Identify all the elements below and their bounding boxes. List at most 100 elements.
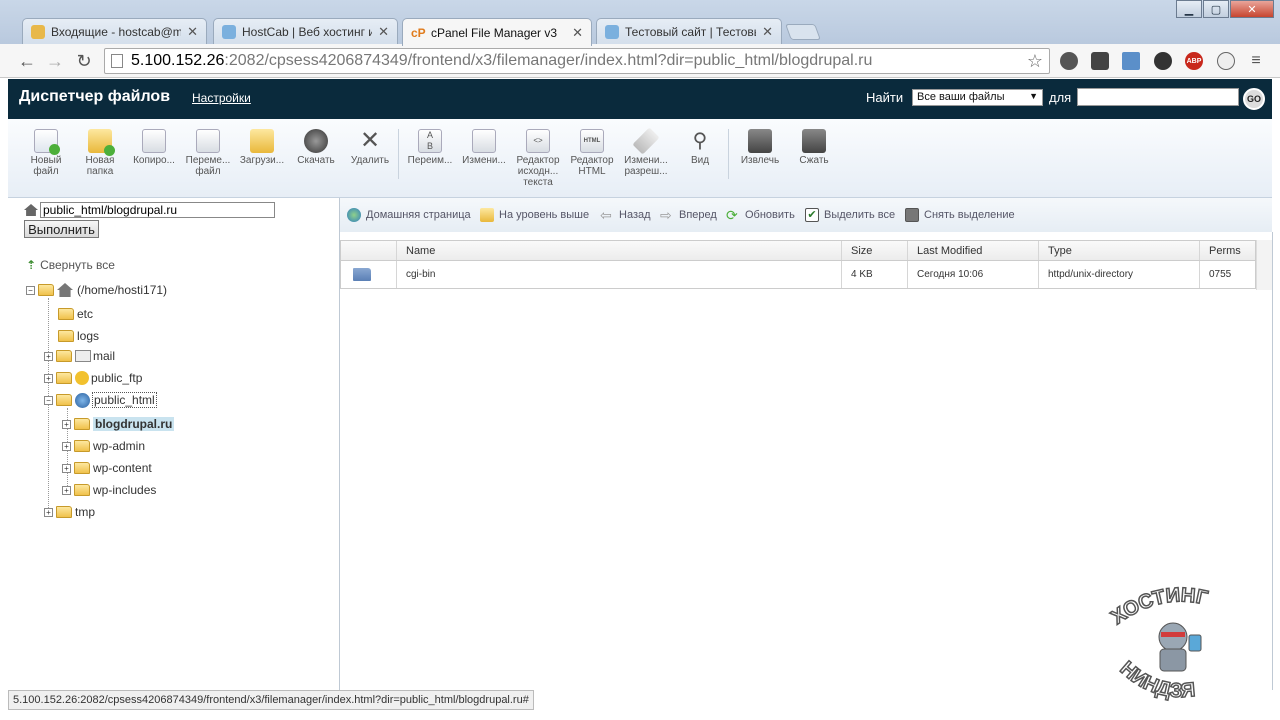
html-editor-button[interactable]: HTML Редактор HTML — [564, 129, 620, 177]
grid-header: Name Size Last Modified Type Perms — [340, 240, 1256, 261]
file-perms[interactable]: 0755 — [1209, 269, 1231, 280]
back-arrow-icon[interactable]: ← — [16, 50, 38, 72]
forward-arrow-icon[interactable]: → — [44, 50, 66, 72]
move-file-button[interactable]: Переме... файл — [180, 129, 236, 177]
tree-item-home[interactable]: − (/home/hosti171) — [26, 280, 167, 300]
settings-link[interactable]: Настройки — [192, 91, 251, 105]
github-extension-icon[interactable] — [1154, 52, 1172, 70]
panda-extension-icon[interactable] — [1217, 52, 1235, 70]
mail-favicon-icon — [31, 25, 45, 39]
menu-icon[interactable]: ≡ — [1245, 50, 1267, 72]
site-favicon-icon — [605, 25, 619, 39]
copy-icon — [142, 129, 166, 153]
ftp-icon — [75, 371, 89, 385]
reload-icon[interactable]: ↻ — [73, 50, 95, 72]
checkbox-checked-icon: ✔ — [805, 208, 819, 222]
folder-icon — [74, 462, 90, 474]
html-editor-icon: HTML — [580, 129, 604, 153]
extract-button[interactable]: Извлечь — [732, 129, 788, 166]
column-header-size[interactable]: Size — [851, 245, 872, 257]
file-name[interactable]: cgi-bin — [406, 269, 435, 280]
column-header-perms[interactable]: Perms — [1209, 245, 1241, 257]
expand-toggle-icon[interactable]: + — [44, 351, 53, 361]
ninja-logo-graphic: ХОСТИНГ НИНДЗЯ — [1107, 583, 1211, 703]
close-icon[interactable]: ✕ — [572, 25, 583, 41]
expand-toggle-icon[interactable]: + — [62, 485, 71, 495]
delete-button[interactable]: ✕ Удалить — [342, 127, 398, 167]
column-header-type[interactable]: Type — [1048, 245, 1072, 257]
new-file-button[interactable]: Новый файл — [18, 129, 74, 177]
permissions-button[interactable]: Измени... разреш... — [618, 127, 674, 177]
tree-item-logs[interactable]: logs — [58, 326, 99, 346]
column-header-name[interactable]: Name — [406, 245, 435, 257]
expand-toggle-icon[interactable]: + — [44, 507, 53, 517]
close-icon[interactable]: ✕ — [378, 24, 389, 40]
select-all-button[interactable]: ✔ Выделить все — [805, 208, 895, 222]
search-scope-select[interactable]: Все ваши файлы ▼ — [912, 89, 1043, 106]
close-icon[interactable]: ✕ — [187, 24, 198, 40]
expand-toggle-icon[interactable]: + — [62, 463, 71, 473]
tree-item-public-ftp[interactable]: + public_ftp — [44, 368, 142, 388]
evernote-extension-icon[interactable] — [1091, 52, 1109, 70]
tree-item-tmp[interactable]: + tmp — [44, 502, 95, 522]
path-input[interactable] — [40, 202, 275, 218]
code-editor-button[interactable]: <> Редактор исходн... текста — [510, 129, 566, 188]
new-tab-button[interactable] — [785, 24, 821, 40]
tab-inbox[interactable]: Входящие - hostcab@ma ✕ — [22, 18, 207, 45]
edit-button[interactable]: Измени... — [456, 129, 512, 166]
column-header-modified[interactable]: Last Modified — [917, 245, 982, 257]
minimize-button[interactable]: ▁ — [1176, 0, 1202, 18]
expand-toggle-icon[interactable]: + — [62, 419, 71, 429]
clock-extension-icon[interactable] — [1060, 52, 1078, 70]
file-tools-toolbar: Новый файл Новая папка Копиро... Переме.… — [8, 119, 1272, 198]
expand-toggle-icon[interactable]: + — [62, 441, 71, 451]
upload-button[interactable]: Загрузи... — [234, 129, 290, 166]
search-go-button[interactable]: GO — [1243, 88, 1265, 110]
expand-toggle-icon[interactable]: + — [44, 373, 53, 383]
grid-scrollbar[interactable] — [1256, 240, 1272, 290]
adblock-extension-icon[interactable]: ABP — [1185, 52, 1203, 70]
rename-button[interactable]: A B Переим... — [402, 129, 458, 166]
address-bar[interactable]: 5.100.152.26:2082/cpsess4206874349/front… — [104, 48, 1050, 74]
folder-extension-icon[interactable] — [1122, 52, 1140, 70]
download-button[interactable]: Скачать — [288, 129, 344, 166]
up-level-button[interactable]: На уровень выше — [480, 208, 589, 222]
back-button[interactable]: ⇦ Назад — [600, 208, 651, 222]
back-arrow-icon: ⇦ — [600, 207, 612, 223]
page-title: Диспетчер файлов — [19, 88, 171, 105]
tab-test-site[interactable]: Тестовый сайт | Тестовы ✕ — [596, 18, 782, 45]
column-divider — [907, 261, 908, 288]
path-row — [24, 202, 275, 218]
go-button[interactable]: Выполнить — [24, 220, 99, 238]
forward-button[interactable]: ⇨ Вперед — [660, 208, 717, 222]
bookmark-star-icon[interactable]: ☆ — [1027, 51, 1043, 72]
tree-item-wp-admin[interactable]: + wp-admin — [62, 436, 145, 456]
extract-icon — [748, 129, 772, 153]
collapse-toggle-icon[interactable]: − — [26, 285, 35, 295]
delete-icon: ✕ — [359, 127, 381, 154]
download-icon — [304, 129, 328, 153]
collapse-all-link[interactable]: ⇡ Свернуть все — [26, 258, 115, 272]
new-folder-button[interactable]: Новая папка — [72, 129, 128, 177]
home-page-button[interactable]: Домашняя страница — [347, 208, 471, 222]
tree-item-wp-includes[interactable]: + wp-includes — [62, 480, 156, 500]
tree-item-public-html[interactable]: − public_html — [44, 390, 157, 410]
tree-item-mail[interactable]: + mail — [44, 346, 115, 366]
copy-button[interactable]: Копиро... — [126, 129, 182, 166]
tab-hostcab[interactable]: HostCab | Веб хостинг и д ✕ — [213, 18, 398, 45]
deselect-button[interactable]: Снять выделение — [905, 208, 1015, 222]
browser-toolbar: ← → ↻ 5.100.152.26:2082/cpsess4206874349… — [0, 44, 1280, 78]
refresh-button[interactable]: ⟳ Обновить — [726, 208, 795, 222]
tree-item-etc[interactable]: etc — [58, 304, 93, 324]
tree-item-wp-content[interactable]: + wp-content — [62, 458, 152, 478]
table-row[interactable]: cgi-bin 4 KB Сегодня 10:06 httpd/unix-di… — [340, 261, 1256, 289]
maximize-button[interactable]: ▢ — [1203, 0, 1229, 18]
collapse-toggle-icon[interactable]: − — [44, 395, 53, 405]
view-button[interactable]: ⚲ Вид — [672, 129, 728, 166]
search-input[interactable] — [1077, 88, 1239, 106]
window-close-button[interactable]: ✕ — [1230, 0, 1274, 18]
tree-item-blogdrupal[interactable]: + blogdrupal.ru — [62, 414, 175, 434]
compress-button[interactable]: Сжать — [786, 129, 842, 166]
close-icon[interactable]: ✕ — [762, 24, 773, 40]
tab-cpanel-file-manager[interactable]: cP cPanel File Manager v3 ✕ — [402, 18, 592, 46]
